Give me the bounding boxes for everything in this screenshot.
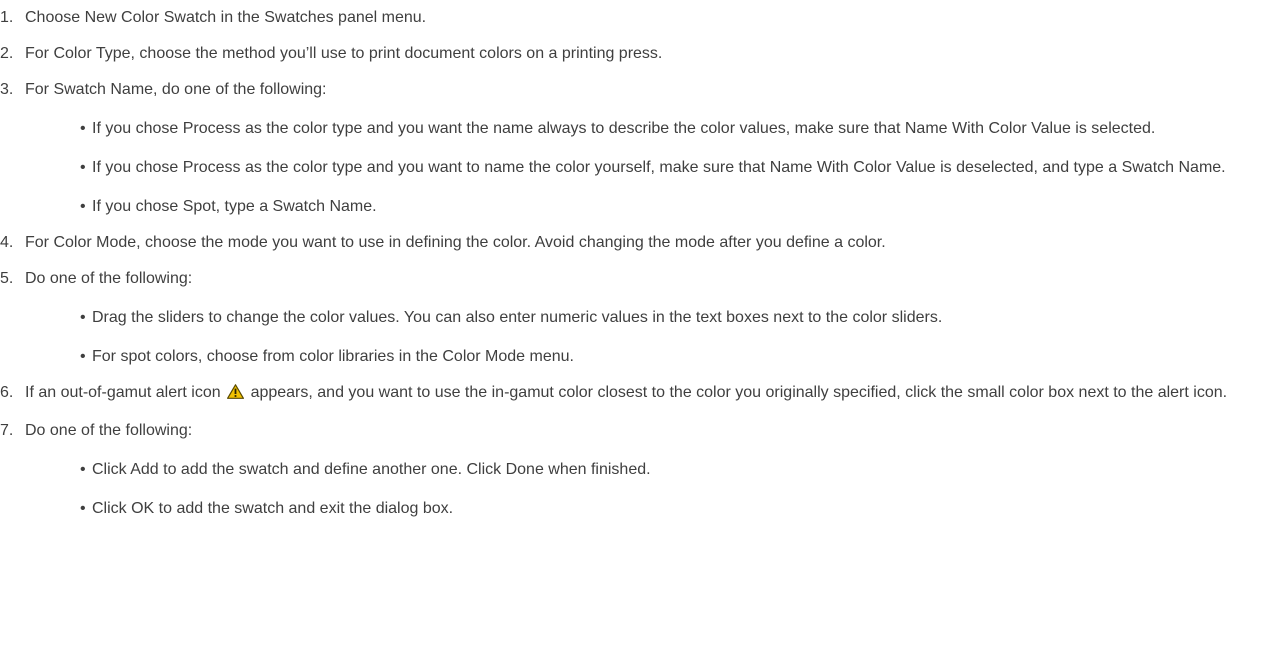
warning-icon [227,384,245,406]
step-3: 3. For Swatch Name, do one of the follow… [0,79,1277,218]
step-text-after-icon: appears, and you want to use the in-gamu… [250,384,1228,401]
step-number: 4. [0,234,14,251]
sub-item-text: If you chose Process as the color type a… [92,120,1156,137]
step-5: 5. Do one of the following: • Drag the s… [0,268,1277,368]
sub-item: • If you chose Spot, type a Swatch Name. [45,196,1277,218]
steps-list: 1. Choose New Color Swatch in the Swatch… [0,7,1277,520]
step-number: 3. [0,81,14,98]
sub-list: • Drag the sliders to change the color v… [25,307,1277,368]
sub-item: • If you chose Process as the color type… [45,118,1277,140]
sub-list: • Click Add to add the swatch and define… [25,459,1277,520]
bullet: • [80,348,86,365]
step-1: 1. Choose New Color Swatch in the Swatch… [0,7,1277,29]
bullet: • [80,120,86,137]
sub-item-text: Click OK to add the swatch and exit the … [92,500,454,517]
step-text: Do one of the following: [25,270,193,287]
step-text: Do one of the following: [25,422,193,439]
step-6: 6. If an out-of-gamut alert icon appears… [0,382,1277,406]
step-2: 2. For Color Type, choose the method you… [0,43,1277,65]
bullet: • [80,309,86,326]
step-number: 2. [0,45,14,62]
sub-item-text: If you chose Spot, type a Swatch Name. [92,198,377,215]
step-text: For Color Mode, choose the mode you want… [25,234,886,251]
sub-item: • If you chose Process as the color type… [45,157,1277,179]
sub-item-text: For spot colors, choose from color libra… [92,348,574,365]
bullet: • [80,500,86,517]
sub-list: • If you chose Process as the color type… [25,118,1277,218]
sub-item: • Click OK to add the swatch and exit th… [45,498,1277,520]
sub-item-text: Click Add to add the swatch and define a… [92,461,651,478]
instructions-document: 1. Choose New Color Swatch in the Swatch… [0,0,1277,520]
step-number: 6. [0,384,14,401]
step-number: 1. [0,9,14,26]
sub-item: • Drag the sliders to change the color v… [45,307,1277,329]
step-text: For Swatch Name, do one of the following… [25,81,327,98]
step-7: 7. Do one of the following: • Click Add … [0,420,1277,520]
sub-item-text: If you chose Process as the color type a… [92,159,1226,176]
bullet: • [80,159,86,176]
step-text-before-icon: If an out-of-gamut alert icon [25,384,221,401]
sub-item: • Click Add to add the swatch and define… [45,459,1277,481]
step-number: 5. [0,270,14,287]
sub-item: • For spot colors, choose from color lib… [45,346,1277,368]
step-4: 4. For Color Mode, choose the mode you w… [0,232,1277,254]
step-text: Choose New Color Swatch in the Swatches … [25,9,427,26]
sub-item-text: Drag the sliders to change the color val… [92,309,943,326]
bullet: • [80,198,86,215]
step-number: 7. [0,422,14,439]
step-text: For Color Type, choose the method you’ll… [25,45,663,62]
bullet: • [80,461,86,478]
